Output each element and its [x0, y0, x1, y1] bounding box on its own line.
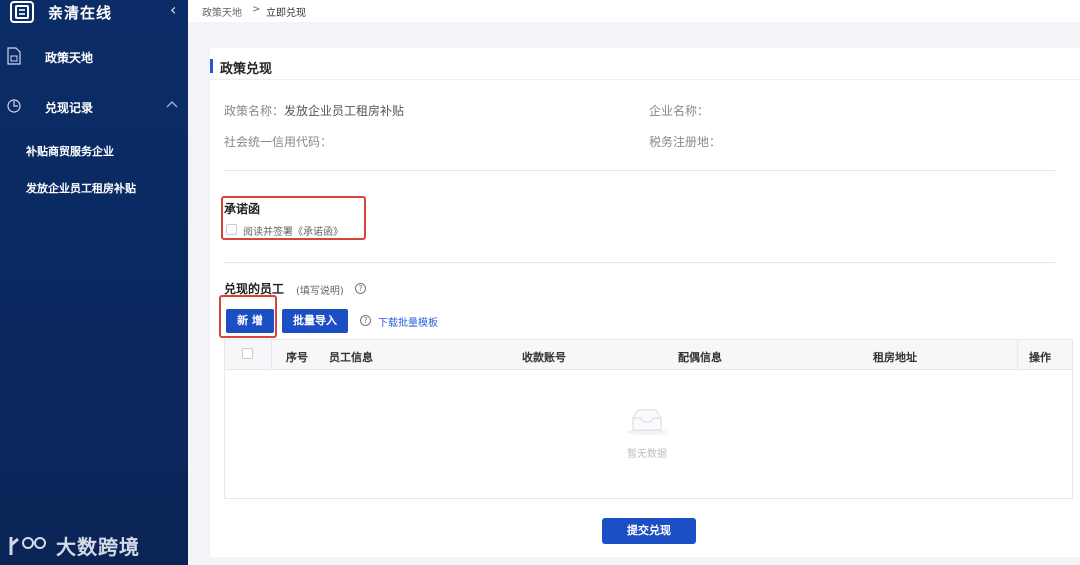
empty-state-text: 暂无数据: [627, 449, 667, 460]
chevron-up-icon: [166, 101, 178, 108]
commitment-title: 承诺函: [224, 202, 261, 216]
watermark-text: 大数跨境: [56, 535, 140, 559]
submit-button[interactable]: 提交兑现: [602, 518, 696, 544]
tax-place-field: 税务注册地：: [649, 133, 721, 150]
clock-icon: [7, 99, 21, 113]
commitment-checkbox[interactable]: [226, 224, 237, 235]
column-header-address: 租房地址: [873, 351, 917, 364]
breadcrumb-separator: >: [252, 4, 261, 15]
column-divider: [1017, 340, 1018, 370]
company-name-label: 企业名称：: [649, 104, 710, 118]
add-button[interactable]: 新 增: [226, 309, 274, 333]
sidebar-item-records[interactable]: 兑现记录: [0, 88, 188, 124]
sidebar-subitem-label: 发放企业员工租房补贴: [26, 182, 136, 195]
chevron-left-icon[interactable]: ‹: [170, 0, 176, 19]
employees-table: 序号 员工信息 收款账号 配偶信息 租房地址 操作 暂无数据: [224, 339, 1073, 499]
column-header-account: 收款账号: [522, 351, 566, 364]
sidebar: 亲清在线 ‹ 政策天地 兑现记录 补贴商贸服务企业 发放企业员工租房补贴 大数跨…: [0, 0, 188, 565]
divider: [224, 262, 1055, 263]
select-all-checkbox[interactable]: [242, 348, 253, 359]
main-card: 政策兑现 政策名称：发放企业员工租房补贴 企业名称： 社会统一信用代码： 税务注…: [210, 48, 1080, 557]
credit-code-label: 社会统一信用代码：: [224, 135, 333, 149]
logo-icon: [10, 1, 34, 23]
sidebar-item-policy[interactable]: 政策天地: [0, 38, 188, 74]
batch-import-button[interactable]: 批量导入: [282, 309, 348, 333]
sidebar-subitem-label: 补贴商贸服务企业: [26, 145, 114, 158]
policy-name-label: 政策名称：: [224, 104, 285, 118]
column-header-spouse: 配偶信息: [678, 351, 722, 364]
column-header-employee: 员工信息: [329, 351, 373, 364]
download-template-link[interactable]: 下载批量模板: [378, 314, 438, 329]
column-divider: [271, 340, 272, 370]
sidebar-subitem-trade-subsidy[interactable]: 补贴商贸服务企业: [0, 137, 188, 163]
title-divider: [210, 79, 1080, 80]
fill-instructions-link[interactable]: (填写说明): [296, 282, 344, 297]
credit-code-field: 社会统一信用代码：: [224, 133, 332, 150]
sidebar-subitem-rent-subsidy[interactable]: 发放企业员工租房补贴: [0, 174, 188, 200]
sidebar-item-label: 兑现记录: [45, 101, 94, 115]
help-icon[interactable]: ?: [355, 283, 366, 294]
divider: [224, 170, 1055, 171]
sidebar-item-label: 政策天地: [45, 51, 94, 65]
breadcrumb: 政策天地 > 立即兑现: [188, 0, 1080, 22]
employees-title: 兑现的员工: [224, 282, 285, 296]
column-header-actions: 操作: [1029, 351, 1051, 364]
title-accent-bar: [210, 59, 213, 73]
policy-name-value: 发放企业员工租房补贴: [284, 104, 405, 118]
help-icon[interactable]: ?: [360, 315, 371, 326]
column-header-index: 序号: [286, 351, 308, 364]
tax-place-label: 税务注册地：: [649, 135, 722, 149]
brand: 亲清在线 ‹: [0, 0, 188, 26]
empty-inbox-icon: [627, 409, 667, 435]
commitment-checkbox-label[interactable]: 阅读并签署《承诺函》: [243, 223, 343, 238]
breadcrumb-current: 立即兑现: [266, 8, 306, 19]
breadcrumb-parent[interactable]: 政策天地: [202, 4, 242, 19]
company-name-field: 企业名称：: [649, 102, 709, 119]
table-header: 序号 员工信息 收款账号 配偶信息 租房地址 操作: [225, 340, 1072, 370]
watermark-logo-icon: [9, 537, 46, 555]
document-icon: [7, 47, 21, 65]
app-name: 亲清在线: [48, 4, 113, 22]
page-title: 政策兑现: [220, 62, 273, 77]
policy-name-field: 政策名称：发放企业员工租房补贴: [224, 102, 404, 119]
